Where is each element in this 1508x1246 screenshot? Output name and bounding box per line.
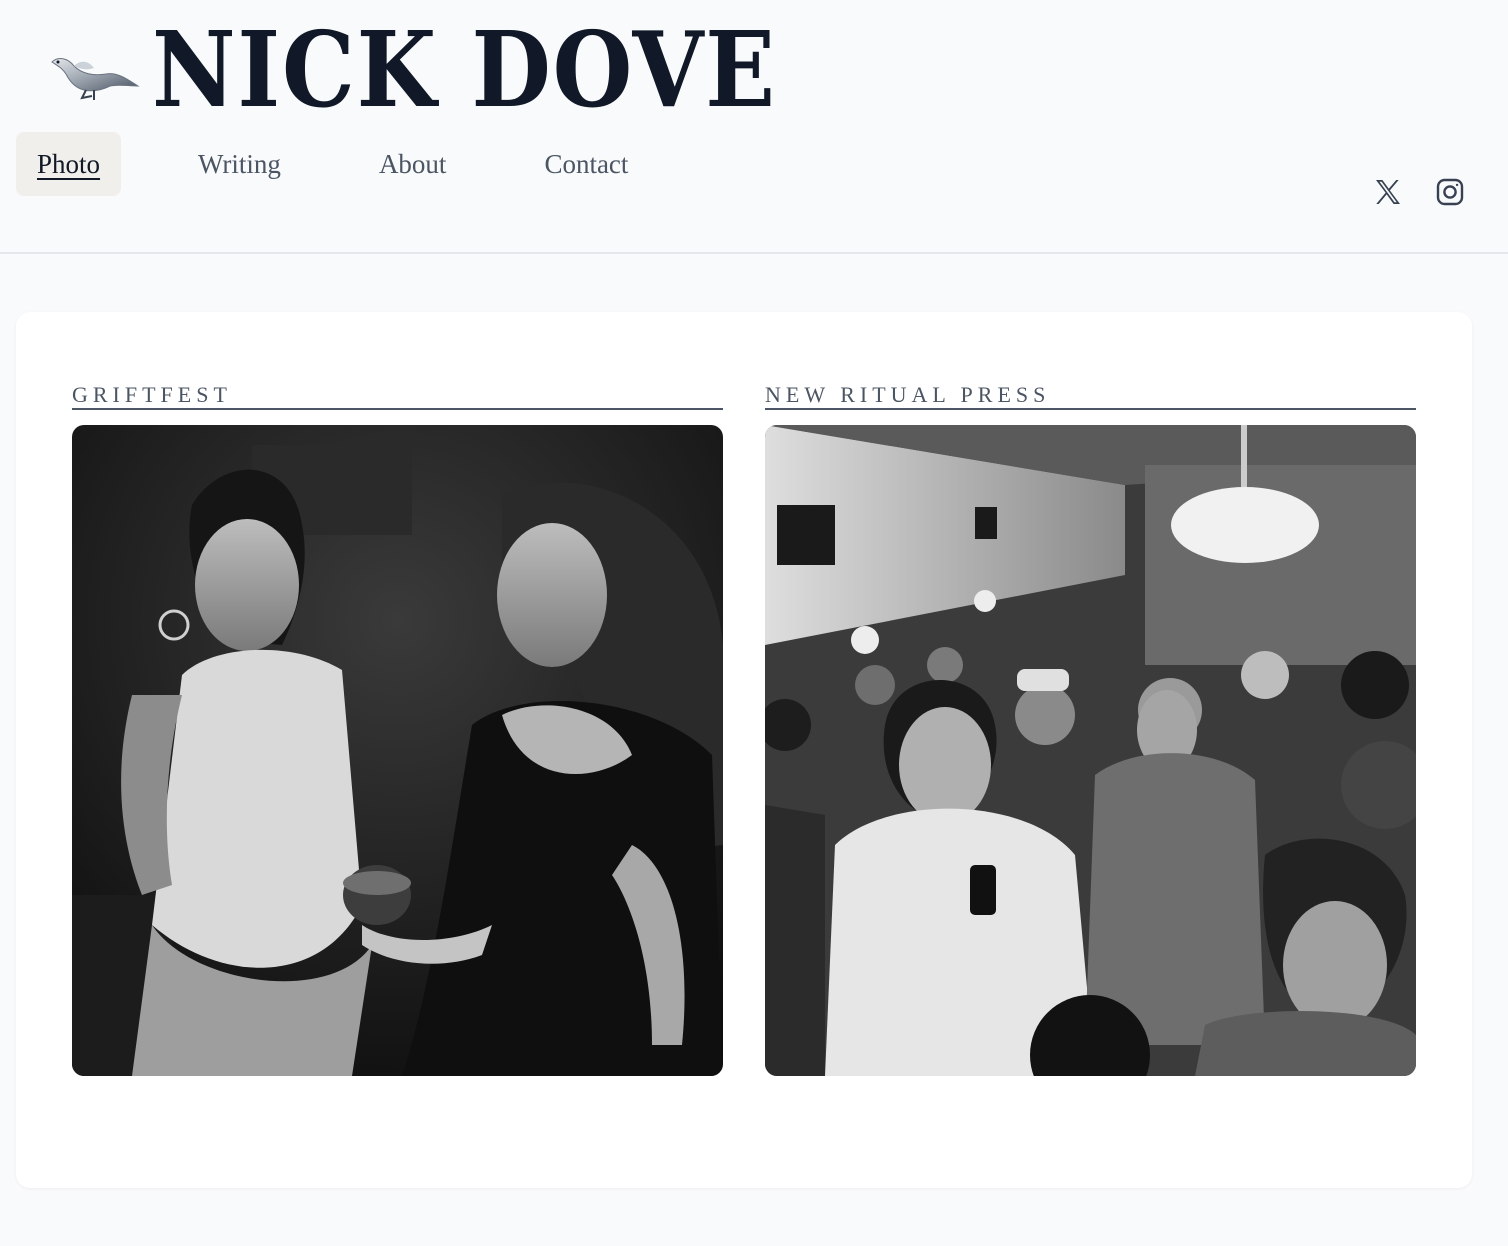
- nav-item-writing[interactable]: Writing: [177, 132, 302, 196]
- main-nav: Photo Writing About Contact: [16, 132, 705, 196]
- social-links: [1348, 170, 1472, 214]
- site-logo[interactable]: NICK DOVE: [48, 18, 862, 122]
- album-grid: GRIFTFEST NEW RITUAL PRESS: [72, 380, 1416, 1076]
- album-title[interactable]: GRIFTFEST: [72, 380, 723, 410]
- dove-icon: [51, 58, 140, 100]
- album-griftfest[interactable]: GRIFTFEST: [72, 380, 723, 1076]
- album-title[interactable]: NEW RITUAL PRESS: [765, 380, 1416, 410]
- site-header: NICK DOVE Photo Writing About Contact: [0, 0, 1508, 254]
- album-new-ritual-press[interactable]: NEW RITUAL PRESS: [765, 380, 1416, 1076]
- site-title[interactable]: NICK DOVE: [152, 18, 777, 122]
- griftfest-photo[interactable]: [72, 425, 723, 1076]
- gallery-card: GRIFTFEST NEW RITUAL PRESS: [16, 312, 1472, 1188]
- new-ritual-press-photo[interactable]: [765, 425, 1416, 1076]
- instagram-icon[interactable]: [1428, 170, 1472, 214]
- nav-item-photo[interactable]: Photo: [16, 132, 122, 196]
- nav-item-about[interactable]: About: [358, 132, 468, 196]
- x-twitter-icon[interactable]: [1366, 170, 1410, 214]
- nav-item-contact[interactable]: Contact: [523, 132, 649, 196]
